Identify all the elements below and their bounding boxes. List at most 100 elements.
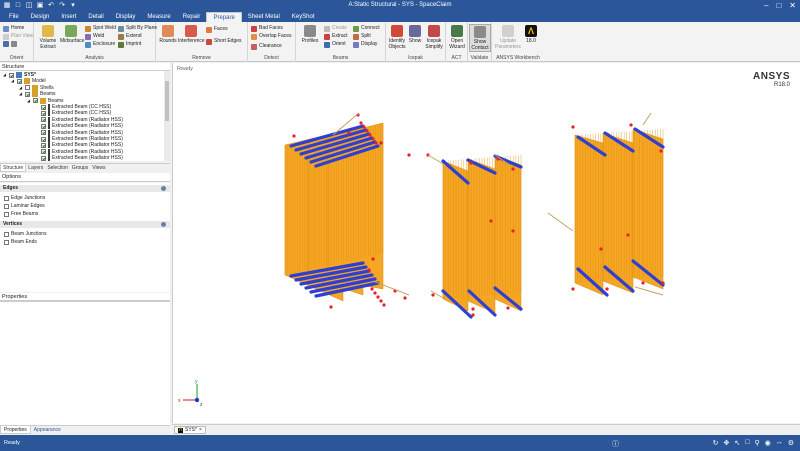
- box-select-icon[interactable]: □: [745, 439, 749, 447]
- checkbox[interactable]: [4, 203, 9, 209]
- tab-insert[interactable]: Insert: [55, 12, 82, 22]
- option-edge-junctions[interactable]: Edge Junctions: [4, 195, 45, 201]
- option-beam-ends[interactable]: Beam Ends: [4, 239, 37, 245]
- tab-repair[interactable]: Repair: [177, 12, 207, 22]
- tree-node[interactable]: Extracted Beam (Radiator HSS): [35, 148, 123, 155]
- visibility-checkbox[interactable]: [41, 142, 46, 148]
- expand-icon[interactable]: ◢: [11, 78, 15, 84]
- clearance-button[interactable]: Clearance: [251, 43, 282, 50]
- tree-node[interactable]: ◢ Beams: [19, 91, 56, 98]
- tab-detail[interactable]: Detail: [82, 12, 109, 22]
- visibility-checkbox[interactable]: [17, 78, 22, 84]
- tree-node[interactable]: Extracted Beam (Radiator HSS): [35, 129, 123, 136]
- model-geometry[interactable]: [173, 63, 800, 423]
- tree-node[interactable]: Extracted Beam (Radiator HSS): [35, 123, 123, 130]
- view-cube-button[interactable]: [3, 41, 17, 47]
- tab-keyshot[interactable]: KeyShot: [286, 12, 321, 22]
- spot-weld-button[interactable]: Spot Weld: [85, 25, 116, 32]
- info-icon[interactable]: ⓘ: [612, 439, 619, 449]
- visibility-checkbox[interactable]: [41, 110, 46, 116]
- interference-button[interactable]: Interference: [178, 25, 205, 44]
- expand-icon[interactable]: ◢: [27, 98, 31, 104]
- visibility-checkbox[interactable]: [9, 72, 14, 78]
- tab-design[interactable]: Design: [25, 12, 56, 22]
- visibility-checkbox[interactable]: [41, 149, 46, 155]
- ansys-version-button[interactable]: Λ 18.0: [522, 25, 540, 44]
- home-button[interactable]: Home: [3, 25, 24, 32]
- option-beam-junctions[interactable]: Beam Junctions: [4, 231, 47, 237]
- expand-icon[interactable]: ◢: [19, 85, 23, 91]
- create-beam-button[interactable]: Create: [324, 25, 347, 32]
- visibility-checkbox[interactable]: [41, 155, 46, 161]
- tree-node[interactable]: Extracted Beam (Radiator HSS): [35, 155, 123, 161]
- document-tab-sys[interactable]: Λ SYS* ×: [174, 426, 206, 434]
- vertices-section-header[interactable]: Vertices: [0, 221, 170, 228]
- close-tab-icon[interactable]: ×: [199, 427, 202, 434]
- short-edges-button[interactable]: Short Edges: [206, 38, 242, 45]
- tree-node[interactable]: ◢ Model: [11, 78, 46, 85]
- profiles-button[interactable]: Profiles: [299, 25, 321, 44]
- visibility-checkbox[interactable]: [25, 85, 30, 91]
- option-laminar-edges[interactable]: Laminar Edges: [4, 203, 45, 209]
- weld-button[interactable]: Weld: [85, 33, 104, 40]
- collapse-icon[interactable]: [161, 222, 166, 227]
- tab-groups[interactable]: Groups: [70, 164, 90, 172]
- extend-button[interactable]: Extend: [118, 33, 142, 40]
- midsurface-button[interactable]: Midsurface: [60, 25, 84, 44]
- icepak-simplify-button[interactable]: Icepak Simplify: [423, 25, 445, 50]
- split-beam-button[interactable]: Split: [353, 33, 371, 40]
- tab-views[interactable]: Views: [90, 164, 107, 172]
- tree-node[interactable]: ◢ Shells: [19, 84, 54, 91]
- close-icon[interactable]: ✕: [789, 0, 796, 12]
- connect-beam-button[interactable]: Connect: [353, 25, 380, 32]
- structure-scrollbar[interactable]: [164, 71, 170, 161]
- tab-appearance[interactable]: Appearance: [31, 426, 64, 434]
- checkbox[interactable]: [4, 211, 9, 217]
- settings-icon[interactable]: ⚙: [788, 439, 794, 447]
- visibility-checkbox[interactable]: [41, 117, 46, 123]
- tree-node[interactable]: Extracted Beam (Radiator HSS): [35, 136, 123, 142]
- bad-faces-button[interactable]: Bad Faces: [251, 25, 283, 32]
- visibility-checkbox[interactable]: [41, 104, 46, 110]
- tab-measure[interactable]: Measure: [141, 12, 176, 22]
- view-icon[interactable]: ◉: [765, 439, 771, 447]
- identify-objects-button[interactable]: Identify Objects: [387, 25, 407, 50]
- update-parameters-button[interactable]: Update Parameters: [494, 25, 522, 50]
- minimize-icon[interactable]: –: [764, 0, 768, 12]
- measure-icon[interactable]: ↔: [776, 439, 783, 447]
- rounds-button[interactable]: Rounds: [158, 25, 178, 44]
- plan-view-button[interactable]: Plan View: [3, 33, 33, 40]
- checkbox[interactable]: [4, 195, 9, 201]
- collapse-icon[interactable]: [161, 186, 166, 191]
- expand-icon[interactable]: ◢: [3, 72, 7, 78]
- option-free-beams[interactable]: Free Beams: [4, 211, 38, 217]
- edges-section-header[interactable]: Edges: [0, 185, 170, 192]
- visibility-checkbox[interactable]: [25, 91, 30, 97]
- visibility-checkbox[interactable]: [41, 136, 46, 142]
- checkbox[interactable]: [4, 231, 9, 237]
- tree-node[interactable]: Extracted Beam (CC HSS): [35, 110, 111, 117]
- tab-display[interactable]: Display: [110, 12, 142, 22]
- graphics-viewport[interactable]: Ready ANSYS R18.0 y x z: [172, 63, 800, 423]
- show-button[interactable]: Show: [407, 25, 423, 44]
- tree-node[interactable]: Extracted Beam (Radiator HSS): [35, 142, 123, 149]
- enclosure-button[interactable]: Enclosure: [85, 41, 115, 48]
- select-icon[interactable]: ↖: [734, 439, 740, 447]
- visibility-checkbox[interactable]: [41, 130, 46, 136]
- tab-selection[interactable]: Selection: [45, 164, 70, 172]
- faces-button[interactable]: Faces: [206, 26, 228, 33]
- structure-scrollbar-thumb[interactable]: [165, 81, 169, 121]
- tab-prepare[interactable]: Prepare: [206, 12, 242, 22]
- show-contact-button[interactable]: Show Contact: [469, 24, 491, 52]
- zoom-icon[interactable]: ⚲: [754, 439, 759, 447]
- rotate-icon[interactable]: ↻: [713, 439, 719, 447]
- orient-beam-button[interactable]: Orient: [324, 41, 346, 48]
- imprint-button[interactable]: Imprint: [118, 41, 141, 48]
- expand-icon[interactable]: ◢: [19, 91, 23, 97]
- volume-extract-button[interactable]: Volume Extract: [37, 25, 59, 50]
- overlap-faces-button[interactable]: Overlap Faces: [251, 33, 292, 40]
- extract-beam-button[interactable]: Extract: [324, 33, 348, 40]
- visibility-checkbox[interactable]: [41, 123, 46, 129]
- split-by-plane-button[interactable]: Split By Plane: [118, 25, 157, 32]
- tab-sheet-metal[interactable]: Sheet Metal: [242, 12, 286, 22]
